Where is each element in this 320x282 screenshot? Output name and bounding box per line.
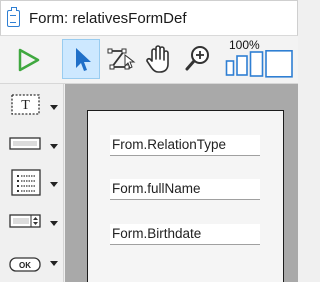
pan-tool-button[interactable] bbox=[139, 39, 177, 79]
svg-text:OK: OK bbox=[19, 261, 31, 270]
palette-spinner-field[interactable] bbox=[6, 208, 60, 238]
full-name-field[interactable]: Form.fullName bbox=[110, 179, 260, 200]
play-icon bbox=[18, 48, 40, 72]
relation-type-field[interactable]: From.RelationType bbox=[110, 135, 260, 156]
control-palette: T OK bbox=[0, 84, 64, 282]
palette-text-field[interactable] bbox=[6, 131, 60, 161]
chevron-down-icon[interactable] bbox=[50, 105, 58, 110]
window-titlebar: Form: relativesFormDef bbox=[0, 0, 298, 36]
list-box-icon bbox=[11, 169, 41, 196]
magnifier-plus-icon bbox=[185, 46, 209, 71]
palette-list-box[interactable] bbox=[6, 169, 60, 199]
zoom-preset-medium[interactable] bbox=[236, 55, 248, 76]
palette-button-control[interactable]: OK bbox=[6, 248, 60, 278]
button-control-icon: OK bbox=[9, 257, 41, 272]
reshape-icon bbox=[107, 48, 136, 70]
hand-icon bbox=[146, 45, 169, 73]
palette-text-label[interactable]: T bbox=[6, 92, 60, 122]
toolbar: 100% bbox=[0, 36, 298, 84]
zoom-presets bbox=[225, 50, 293, 78]
chevron-down-icon[interactable] bbox=[50, 144, 58, 149]
birthdate-field[interactable]: Form.Birthdate bbox=[110, 224, 260, 245]
zoom-preset-small[interactable] bbox=[225, 60, 235, 76]
reshape-tool-button[interactable] bbox=[103, 39, 141, 79]
spinner-field-icon bbox=[9, 214, 41, 228]
run-button[interactable] bbox=[9, 39, 47, 79]
text-field-icon bbox=[9, 137, 41, 150]
zoom-tool-button[interactable] bbox=[178, 39, 216, 79]
chevron-down-icon[interactable] bbox=[50, 221, 58, 226]
text-label-icon: T bbox=[11, 94, 40, 115]
form-page[interactable]: From.RelationType Form.fullName Form.Bir… bbox=[87, 110, 284, 282]
clipboard-form-icon bbox=[7, 7, 20, 27]
chevron-down-icon[interactable] bbox=[50, 182, 58, 187]
select-tool-button[interactable] bbox=[62, 39, 100, 79]
zoom-preset-extra-large[interactable] bbox=[265, 50, 293, 78]
pointer-arrow-icon bbox=[76, 48, 91, 71]
svg-text:T: T bbox=[21, 98, 30, 113]
design-canvas[interactable]: From.RelationType Form.fullName Form.Bir… bbox=[65, 84, 298, 282]
chevron-down-icon[interactable] bbox=[50, 261, 58, 266]
window-title: Form: relativesFormDef bbox=[29, 10, 187, 27]
zoom-preset-large[interactable] bbox=[249, 51, 264, 77]
